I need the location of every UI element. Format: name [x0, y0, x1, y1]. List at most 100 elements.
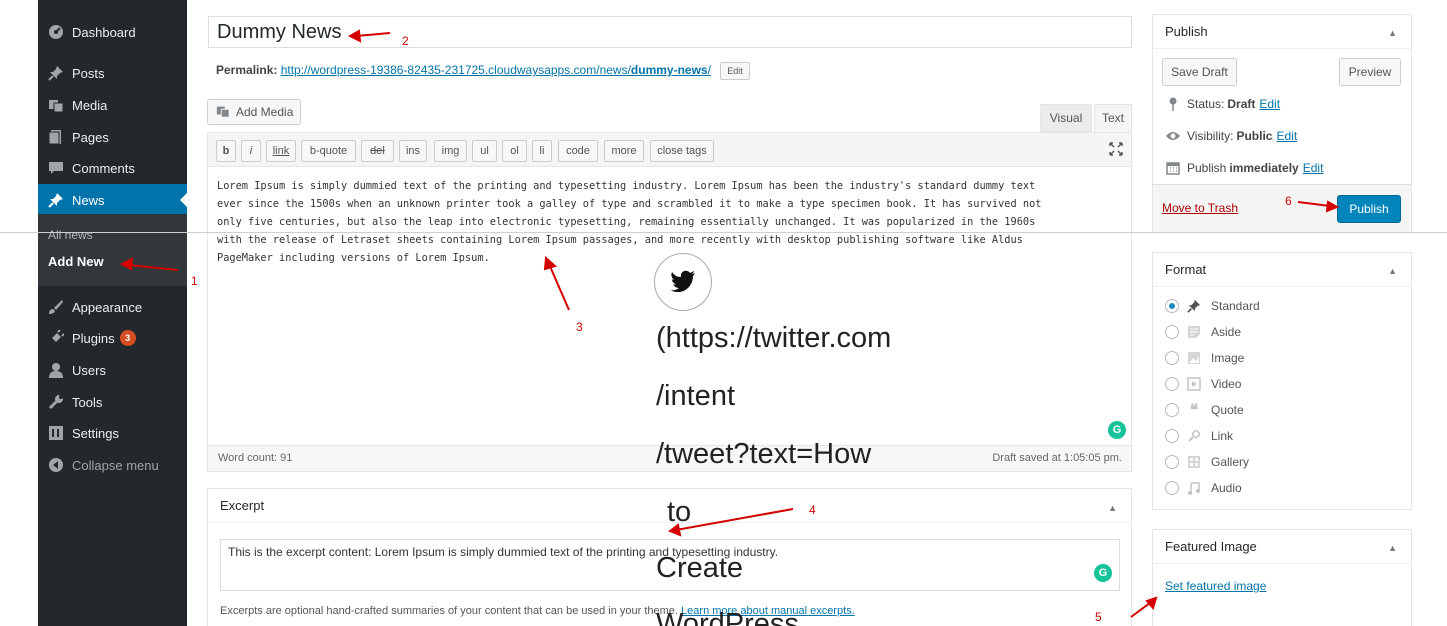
visibility-edit-link[interactable]: Edit: [1276, 129, 1297, 143]
toggle-arrow-icon[interactable]: ▲: [1388, 28, 1397, 38]
grammarly-icon[interactable]: G: [1094, 564, 1112, 582]
menu-item-dashboard[interactable]: Dashboard: [38, 18, 187, 46]
media-icon: [216, 104, 230, 121]
menu-label: Plugins: [72, 330, 115, 346]
menu-item-media[interactable]: Media: [38, 91, 187, 119]
permalink-slug: dummy-news: [630, 63, 708, 78]
menu-label: Users: [72, 362, 106, 378]
format-option-video[interactable]: Video: [1165, 375, 1241, 393]
add-media-button[interactable]: Add Media: [207, 99, 301, 125]
publish-heading[interactable]: Publish ▲: [1153, 15, 1411, 49]
radio-button[interactable]: [1165, 377, 1179, 391]
move-to-trash-link[interactable]: Move to Trash: [1162, 201, 1238, 215]
schedule-value: immediately: [1229, 161, 1299, 175]
overlay-divider-line: [0, 232, 1447, 233]
tweet-url-line: Create: [656, 552, 744, 584]
tweet-url-line: to: [667, 496, 692, 528]
edit-permalink-button[interactable]: Edit: [720, 62, 750, 80]
format-label: Video: [1211, 377, 1242, 391]
status-edit-link[interactable]: Edit: [1259, 97, 1280, 111]
pin-icon: [46, 65, 66, 81]
permalink-link[interactable]: http://wordpress-19386-82435-231725.clou…: [281, 63, 711, 77]
publish-metabox: Publish ▲ Save Draft Preview Status: Dra…: [1152, 14, 1412, 233]
pin-icon: [1185, 299, 1203, 313]
menu-item-news[interactable]: News: [38, 184, 187, 216]
qt-img-button[interactable]: img: [434, 140, 467, 162]
tab-visual[interactable]: Visual: [1040, 104, 1092, 132]
qt-bquote-button[interactable]: b-quote: [301, 140, 356, 162]
qt-li-button[interactable]: li: [532, 140, 552, 162]
save-draft-button[interactable]: Save Draft: [1162, 58, 1237, 86]
format-option-aside[interactable]: Aside: [1165, 323, 1241, 341]
radio-button[interactable]: [1165, 351, 1179, 365]
schedule-edit-link[interactable]: Edit: [1303, 161, 1324, 175]
menu-item-collapse[interactable]: Collapse menu: [38, 451, 187, 479]
format-heading[interactable]: Format ▲: [1153, 253, 1411, 287]
qt-italic-button[interactable]: i: [241, 140, 261, 162]
format-label: Gallery: [1211, 455, 1250, 469]
qt-link-button[interactable]: link: [266, 140, 296, 162]
publishing-actions: Move to Trash Publish: [1153, 184, 1411, 232]
visibility-label: Visibility:: [1187, 129, 1234, 143]
preview-button[interactable]: Preview: [1339, 58, 1401, 86]
publish-button[interactable]: Publish: [1337, 195, 1401, 223]
featured-image-heading-label: Featured Image: [1165, 539, 1257, 554]
toggle-arrow-icon[interactable]: ▲: [1388, 266, 1397, 276]
radio-button[interactable]: [1165, 325, 1179, 339]
format-option-link[interactable]: Link: [1165, 427, 1233, 445]
qt-more-button[interactable]: more: [604, 140, 644, 162]
fullscreen-icon[interactable]: [1109, 142, 1123, 159]
visibility-value: Public: [1236, 129, 1273, 143]
menu-item-comments[interactable]: Comments: [38, 154, 187, 182]
twitter-share-button[interactable]: [654, 253, 712, 311]
grammarly-icon[interactable]: G: [1108, 421, 1126, 439]
radio-button[interactable]: [1165, 299, 1179, 313]
qt-ol-button[interactable]: ol: [502, 140, 527, 162]
gallery-icon: [1185, 455, 1203, 469]
toggle-arrow-icon[interactable]: ▲: [1388, 543, 1397, 553]
menu-label: Collapse menu: [72, 457, 159, 473]
menu-item-posts[interactable]: Posts: [38, 59, 187, 87]
tab-text[interactable]: Text: [1094, 104, 1132, 132]
menu-item-pages[interactable]: Pages: [38, 123, 187, 151]
qt-ul-button[interactable]: ul: [472, 140, 497, 162]
pages-icon: [46, 129, 66, 145]
menu-item-settings[interactable]: Settings: [38, 419, 187, 447]
format-option-quote[interactable]: ❝ Quote: [1165, 401, 1244, 419]
format-option-audio[interactable]: Audio: [1165, 479, 1242, 497]
qt-code-button[interactable]: code: [558, 140, 598, 162]
post-title-input[interactable]: Dummy News: [208, 16, 1132, 48]
update-count-badge: 3: [119, 330, 136, 346]
status-label: Status:: [1187, 97, 1225, 111]
submenu-all-news[interactable]: All news: [48, 228, 93, 242]
permalink-row: Permalink: http://wordpress-19386-82435-…: [216, 62, 750, 80]
radio-button[interactable]: [1165, 455, 1179, 469]
menu-item-appearance[interactable]: Appearance: [38, 293, 187, 321]
menu-item-plugins[interactable]: Plugins 3: [38, 324, 187, 352]
format-option-standard[interactable]: Standard: [1165, 297, 1260, 315]
content-textarea[interactable]: Lorem Ipsum is simply dummied text of th…: [217, 177, 1117, 267]
menu-label: Posts: [72, 65, 105, 81]
featured-image-heading[interactable]: Featured Image ▲: [1153, 530, 1411, 564]
radio-button[interactable]: [1165, 429, 1179, 443]
menu-item-tools[interactable]: Tools: [38, 388, 187, 416]
menu-item-users[interactable]: Users: [38, 356, 187, 384]
set-featured-image-link[interactable]: Set featured image: [1165, 579, 1266, 593]
qt-bold-button[interactable]: b: [216, 140, 236, 162]
permalink-tail: /: [707, 63, 711, 78]
qt-del-button[interactable]: del: [361, 140, 394, 162]
radio-button[interactable]: [1165, 403, 1179, 417]
submenu-add-new[interactable]: Add New: [48, 254, 104, 269]
eye-icon: [1165, 130, 1181, 142]
radio-button[interactable]: [1165, 481, 1179, 495]
qt-close-tags-button[interactable]: close tags: [650, 140, 714, 162]
news-submenu: [38, 214, 187, 286]
format-option-image[interactable]: Image: [1165, 349, 1244, 367]
word-count: Word count: 91: [218, 452, 293, 464]
format-option-gallery[interactable]: Gallery: [1165, 453, 1249, 471]
menu-label: News: [72, 192, 105, 208]
qt-ins-button[interactable]: ins: [399, 140, 427, 162]
format-metabox: Format ▲ Standard Aside Image Video ❝ Qu…: [1152, 252, 1412, 510]
media-icon: [46, 97, 66, 113]
toggle-arrow-icon[interactable]: ▲: [1108, 503, 1117, 513]
